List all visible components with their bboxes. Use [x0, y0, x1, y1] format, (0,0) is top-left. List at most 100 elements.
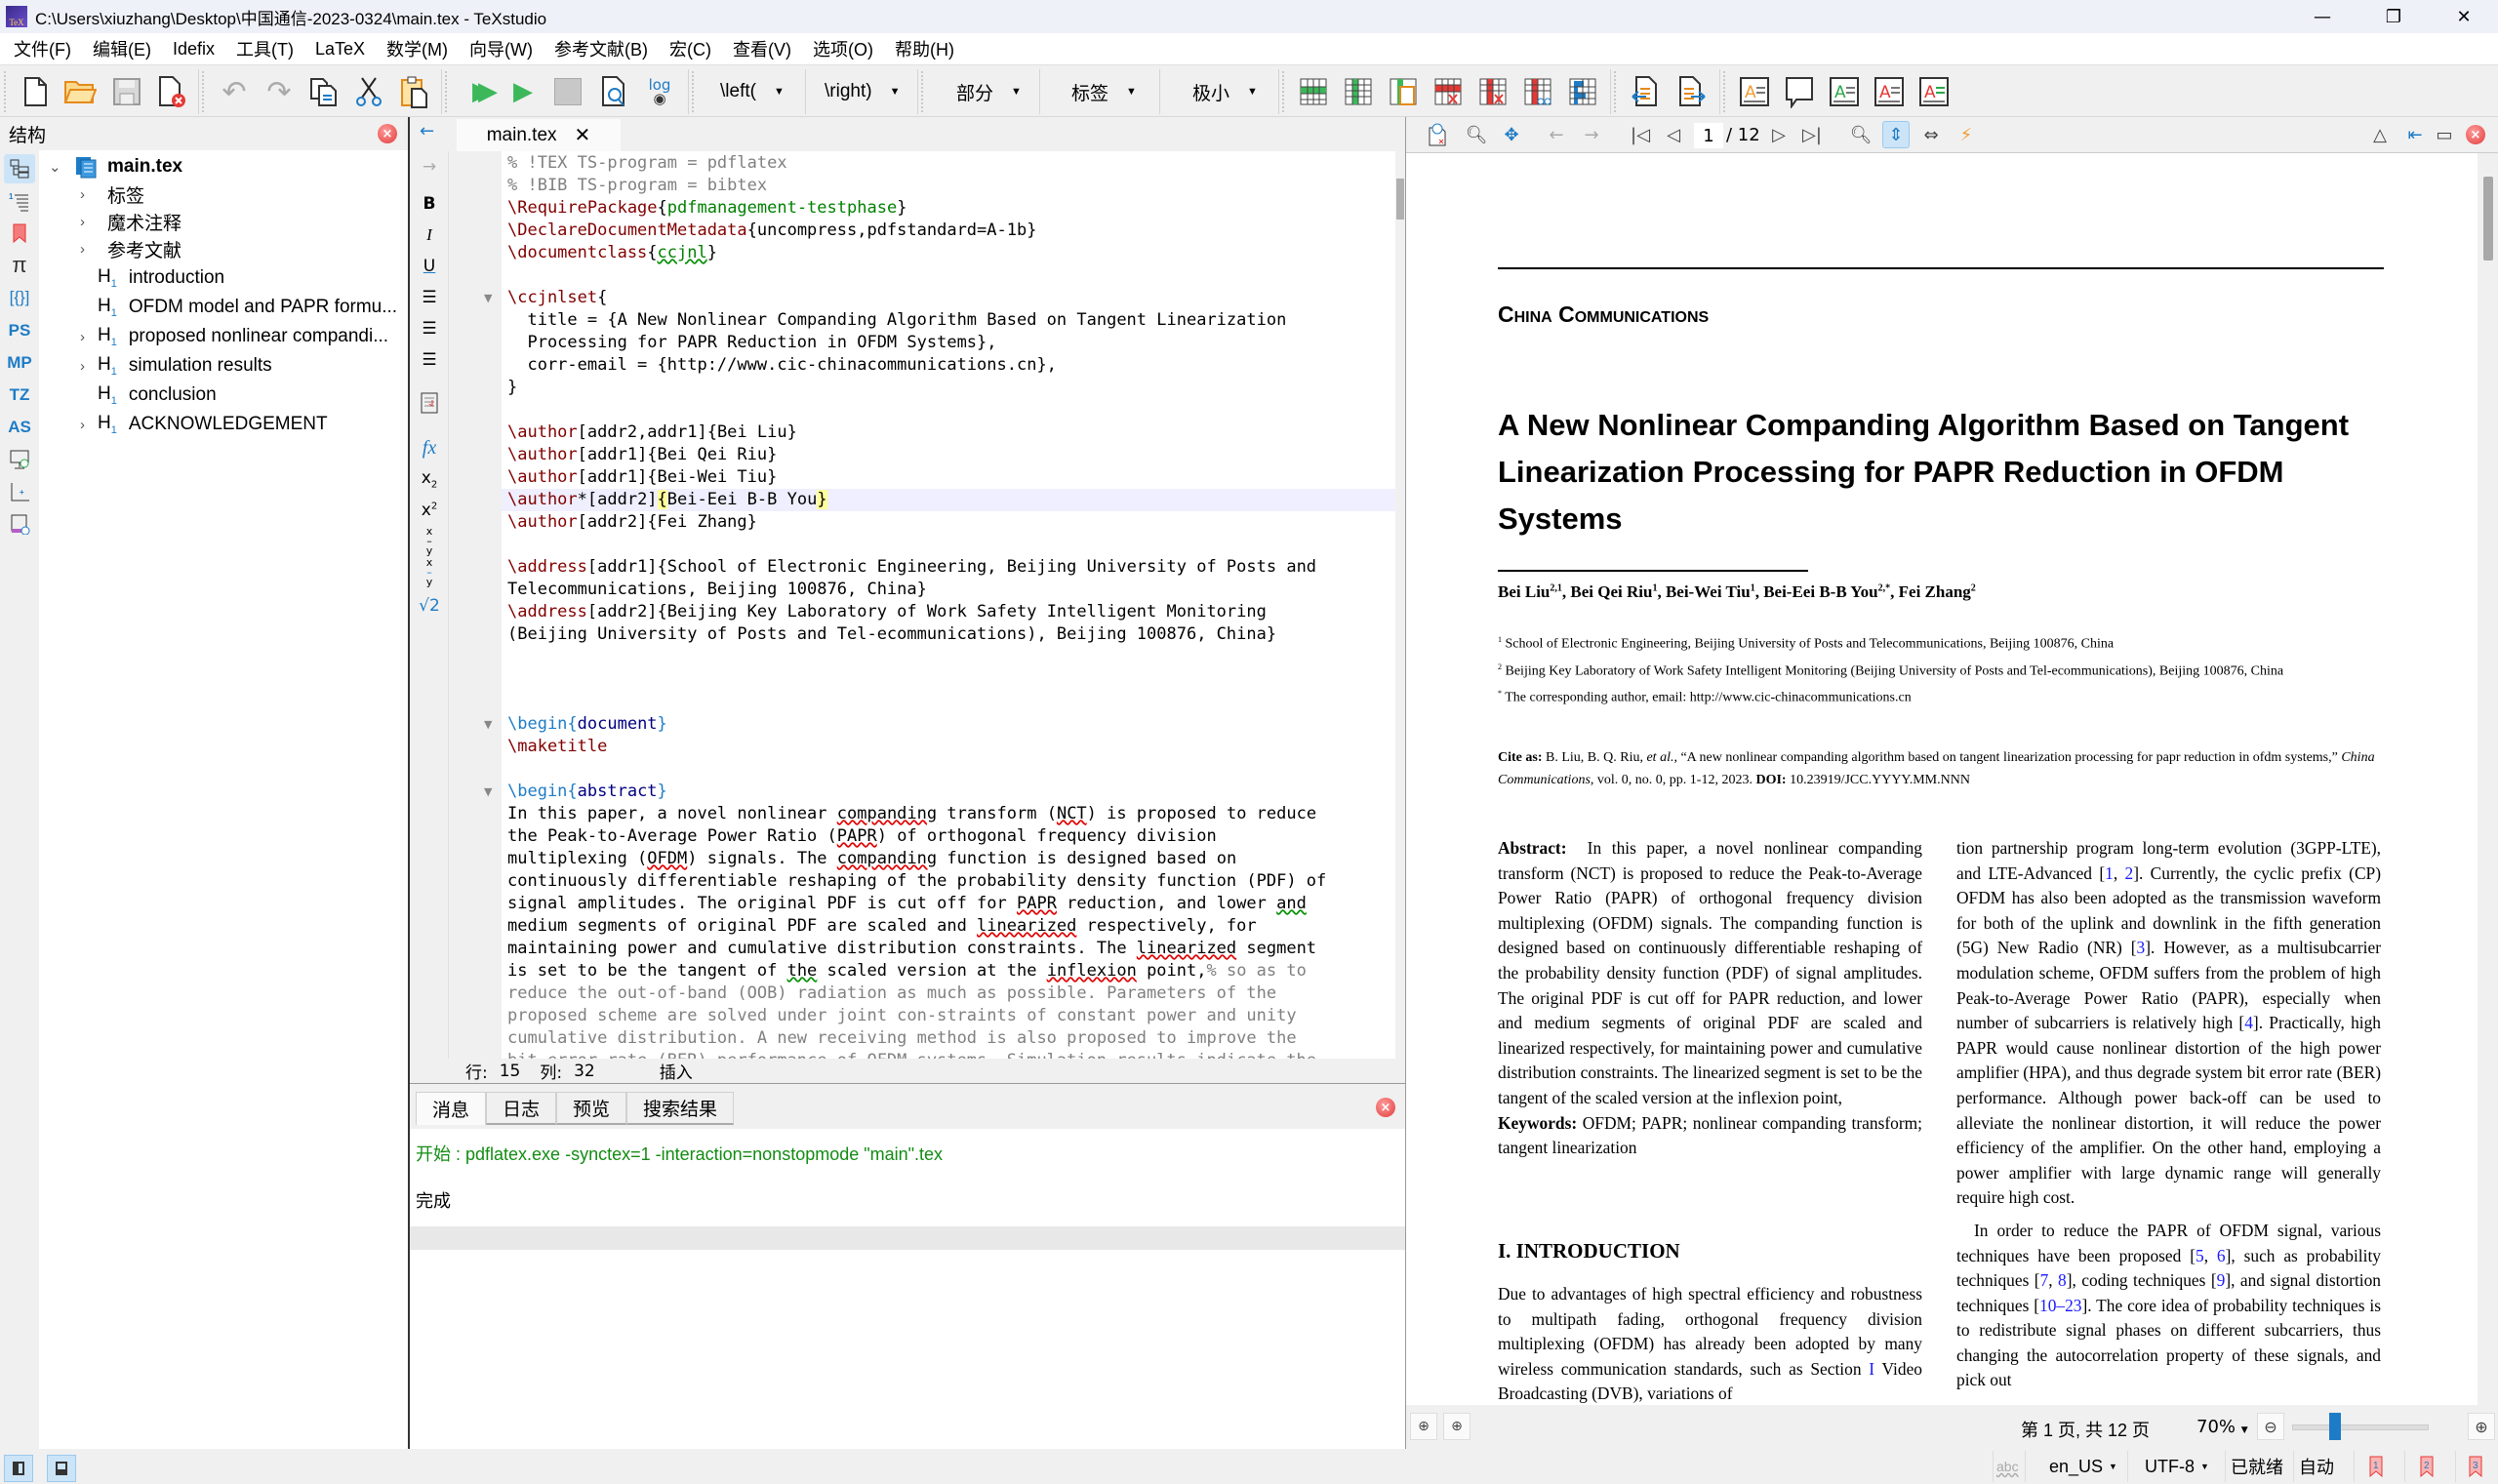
- code-line[interactable]: title = {A New Nonlinear Companding Algo…: [502, 309, 1395, 332]
- underline-button[interactable]: U: [414, 253, 445, 280]
- dfrac-button[interactable]: x – y: [414, 557, 445, 587]
- build-and-view-button[interactable]: ▶▶: [461, 74, 498, 109]
- cut-column-button[interactable]: [1520, 74, 1555, 109]
- undo-button[interactable]: ↶: [217, 74, 252, 109]
- symbols-tab-button[interactable]: π: [4, 251, 35, 280]
- code-line[interactable]: multiplexing (OFDM) signals. The compand…: [502, 848, 1395, 870]
- menu-latex[interactable]: LaTeX: [307, 39, 379, 60]
- zoom-slider[interactable]: [2292, 1424, 2429, 1430]
- menu-view[interactable]: 查看(V): [725, 36, 805, 61]
- menu-bibliography[interactable]: 参考文献(B): [546, 36, 662, 61]
- code-line[interactable]: \author[addr2]{Fei Zhang}: [502, 511, 1395, 534]
- zoom-slider-handle[interactable]: [2328, 1413, 2341, 1440]
- tab-search-results[interactable]: 搜索结果: [626, 1092, 735, 1125]
- superscript-button[interactable]: x2: [414, 497, 445, 524]
- fold-toggle-icon[interactable]: ▼: [484, 785, 492, 798]
- toc-tab-button[interactable]: 1: [4, 186, 35, 216]
- code-line[interactable]: the Peak-to-Average Power Ratio (PAPR) o…: [502, 825, 1395, 848]
- scripts-tab-button[interactable]: [4, 509, 35, 539]
- code-line[interactable]: % !TEX TS-program = pdflatex: [502, 152, 1395, 175]
- metapost-tab-button[interactable]: MP: [4, 348, 35, 378]
- annotation-red-button[interactable]: A: [1872, 74, 1907, 109]
- code-line[interactable]: \address[addr2]{Beijing Key Laboratory o…: [502, 601, 1395, 623]
- tree-item-bibliography[interactable]: › 参考文献: [80, 235, 181, 262]
- code-line[interactable]: proposed scheme are solved under joint c…: [502, 1005, 1395, 1027]
- annotation-todo-button[interactable]: A: [1737, 74, 1772, 109]
- code-line[interactable]: corr-email = {http://www.cic-chinacommun…: [502, 354, 1395, 377]
- annotation-green-button[interactable]: A: [1827, 74, 1862, 109]
- zoom-100-button[interactable]: 🔍︎: [1847, 121, 1874, 148]
- section-dropdown[interactable]: 部分 ▼: [956, 78, 1022, 105]
- tab-log[interactable]: 日志: [486, 1092, 557, 1125]
- beamer-tab-button[interactable]: [4, 445, 35, 474]
- code-line[interactable]: medium segments of original PDF are scal…: [502, 915, 1395, 938]
- remove-row-button[interactable]: [1430, 74, 1466, 109]
- save-button[interactable]: [109, 74, 144, 109]
- code-line[interactable]: \DeclareDocumentMetadata{uncompress,pdfs…: [502, 220, 1395, 242]
- code-editor[interactable]: % !TEX TS-program = pdflatex% !BIB TS-pr…: [502, 151, 1395, 1059]
- code-line[interactable]: [502, 399, 1395, 421]
- last-page-button[interactable]: ▷|: [1798, 121, 1826, 148]
- page-number-input[interactable]: 1: [1694, 123, 1723, 148]
- tree-item-conclusion[interactable]: H1 conclusion: [80, 381, 217, 409]
- bookmark-2-button[interactable]: 2: [2420, 1453, 2434, 1480]
- menu-macros[interactable]: 宏(C): [662, 36, 725, 61]
- spellcheck-icon[interactable]: abc: [1996, 1453, 2019, 1480]
- code-line[interactable]: \documentclass{ccjnl}: [502, 242, 1395, 264]
- fraction-button[interactable]: x – y: [414, 526, 445, 556]
- fit-width-button[interactable]: ⇔: [1917, 121, 1945, 148]
- code-line[interactable]: In this paper, a novel nonlinear compand…: [502, 803, 1395, 825]
- code-line[interactable]: signal amplitudes. The original PDF is c…: [502, 893, 1395, 915]
- code-line[interactable]: \begin{abstract}: [502, 781, 1395, 803]
- code-line[interactable]: [502, 668, 1395, 691]
- structure-tab-button[interactable]: [4, 154, 35, 183]
- open-button[interactable]: [62, 74, 98, 109]
- auto-mode[interactable]: 自动: [2299, 1453, 2334, 1480]
- toggle-messages-button[interactable]: [47, 1455, 76, 1482]
- bookmark-3-button[interactable]: 3: [2469, 1453, 2482, 1480]
- code-line[interactable]: \author[addr1]{Bei Qei Riu}: [502, 444, 1395, 466]
- menu-wizards[interactable]: 向导(W): [462, 36, 546, 61]
- align-left-button[interactable]: ☰: [414, 284, 445, 311]
- zoom-out-button[interactable]: ⊖: [2257, 1413, 2284, 1440]
- menu-help[interactable]: 帮助(H): [887, 36, 968, 61]
- pdf-back-button[interactable]: ←: [1543, 121, 1570, 148]
- menu-idefix[interactable]: Idefix: [165, 39, 228, 60]
- menu-tools[interactable]: 工具(T): [228, 36, 307, 61]
- left-delimiter-dropdown[interactable]: \left(▼: [720, 78, 785, 105]
- asymptote-tab-button[interactable]: AS: [4, 413, 35, 442]
- code-line[interactable]: Telecommunications, Beijing 100876, Chin…: [502, 579, 1395, 601]
- scrollbar-thumb[interactable]: [2483, 177, 2493, 261]
- tree-root-main-tex[interactable]: ⌄ main.tex: [49, 153, 182, 180]
- previous-page-button[interactable]: ◁: [1660, 121, 1687, 148]
- code-line-current[interactable]: \author*[addr2]{Bei-Eei B-B You}: [502, 489, 1395, 511]
- tree-item-magic-comments[interactable]: › 魔术注释: [80, 208, 181, 235]
- code-line[interactable]: \ccjnlset{: [502, 287, 1395, 309]
- compile-button[interactable]: ▶: [505, 74, 541, 109]
- code-line[interactable]: [502, 758, 1395, 781]
- language-selector[interactable]: en_US ▼: [2049, 1453, 2117, 1480]
- toggle-structure-button[interactable]: [4, 1455, 33, 1482]
- paste-button[interactable]: [396, 74, 431, 109]
- fold-toggle-icon[interactable]: ▼: [484, 292, 492, 304]
- zoom-in-button[interactable]: ⊕: [2468, 1413, 2495, 1440]
- tree-item-ofdm-model[interactable]: H1 OFDM model and PAPR formu...: [80, 294, 397, 321]
- code-line[interactable]: [502, 534, 1395, 556]
- tikz-tab-button[interactable]: TZ: [4, 381, 35, 410]
- code-line[interactable]: \author[addr2,addr1]{Bei Liu}: [502, 421, 1395, 444]
- code-line[interactable]: continuously differentiable reshaping of…: [502, 870, 1395, 893]
- code-line[interactable]: [502, 646, 1395, 668]
- add-column-button[interactable]: [1341, 74, 1376, 109]
- code-line[interactable]: is set to be the tangent of the scaled v…: [502, 960, 1395, 983]
- back-arrow-icon[interactable]: ←: [420, 121, 434, 141]
- bookmark-1-button[interactable]: 1: [2369, 1453, 2383, 1480]
- pan-button[interactable]: ✥: [1498, 121, 1525, 148]
- menu-math[interactable]: 数学(M): [379, 36, 462, 61]
- sync-to-source-button[interactable]: ⊕: [1410, 1413, 1437, 1440]
- editor-vertical-scrollbar[interactable]: [1395, 151, 1405, 1059]
- magnify-button[interactable]: ⚡: [1953, 121, 1980, 148]
- close-pdf-viewer-button[interactable]: ×: [2466, 125, 2485, 144]
- code-line[interactable]: (Beijing University of Posts and Tel-eco…: [502, 623, 1395, 646]
- math-mode-button[interactable]: fx: [414, 434, 445, 461]
- code-line[interactable]: \begin{document}: [502, 713, 1395, 736]
